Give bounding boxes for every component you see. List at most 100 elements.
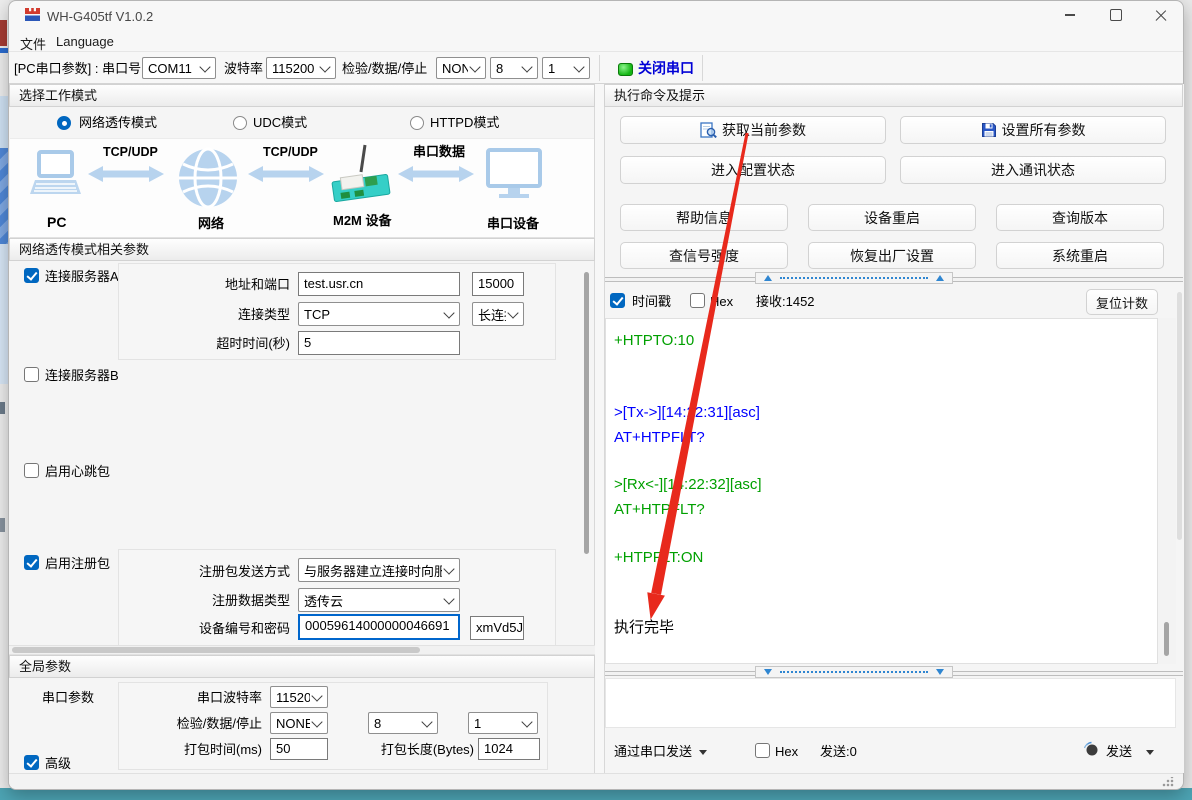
port-input[interactable]: 15000 <box>472 272 524 296</box>
server-a-checkbox[interactable] <box>24 268 39 283</box>
regpack-datatype-label: 注册数据类型 <box>150 593 290 609</box>
log-hex-checkbox[interactable] <box>690 293 705 308</box>
splitter-dots <box>780 671 928 673</box>
advanced-checkbox[interactable] <box>24 755 39 770</box>
backdrop-red-glyph <box>0 20 7 46</box>
parity-select[interactable]: NONE <box>436 57 486 79</box>
toolbar-separator <box>599 55 600 81</box>
enter-config-button[interactable]: 进入配置状态 <box>620 156 886 184</box>
device-id-input[interactable]: 00059614000000046691 <box>298 614 460 640</box>
send-hex-checkbox[interactable] <box>755 743 770 758</box>
pack-time-input[interactable]: 50 <box>270 738 328 760</box>
log-line: AT+HTPFLT? <box>614 429 705 447</box>
log-splitter[interactable] <box>755 272 953 284</box>
laptop-icon <box>28 150 82 198</box>
monitor-icon <box>486 148 542 200</box>
send-textarea[interactable] <box>605 678 1176 728</box>
close-button[interactable] <box>1139 1 1183 29</box>
address-input[interactable]: test.usr.cn <box>298 272 460 296</box>
close-port-button[interactable]: 关闭串口 <box>638 60 694 76</box>
backdrop-glyph-2 <box>0 518 5 532</box>
resize-grip[interactable] <box>1162 777 1174 787</box>
globalparams-group-header: 全局参数 <box>9 655 595 678</box>
send-via-serial-dropdown[interactable]: 通过串口发送 <box>614 744 692 760</box>
query-version-button[interactable]: 查询版本 <box>996 204 1164 231</box>
workmode-title: 选择工作模式 <box>19 88 97 103</box>
factory-reset-button[interactable]: 恢复出厂设置 <box>808 242 976 269</box>
radio-net-transparent-mode[interactable] <box>57 116 71 130</box>
commands-title: 执行命令及提示 <box>614 88 705 103</box>
menu-language[interactable]: Language <box>52 32 118 51</box>
globe-icon <box>177 147 239 209</box>
device-id-label: 设备编号和密码 <box>150 621 290 637</box>
timestamp-checkbox[interactable] <box>610 293 625 308</box>
diagram-pc-label: PC <box>47 214 66 230</box>
help-button[interactable]: 帮助信息 <box>620 204 788 231</box>
log-vertical-scrollbar[interactable] <box>1164 622 1169 656</box>
pack-length-label: 打包长度(Bytes) <box>362 742 474 758</box>
pack-time-label: 打包时间(ms) <box>150 742 262 758</box>
status-bar <box>9 773 1183 789</box>
serial-parity-select[interactable]: NONE <box>270 712 328 734</box>
pack-length-input[interactable]: 1024 <box>478 738 540 760</box>
timeout-input[interactable]: 5 <box>298 331 460 355</box>
regpack-datatype-select[interactable]: 透传云 <box>298 588 460 612</box>
databits-select[interactable]: 8 <box>490 57 538 79</box>
log-hex-label: Hex <box>710 294 733 310</box>
device-reboot-button[interactable]: 设备重启 <box>808 204 976 231</box>
device-password-input[interactable]: xmVd5Jf( <box>470 616 524 640</box>
send-icon <box>1083 741 1099 757</box>
maximize-button[interactable] <box>1094 1 1138 29</box>
panel-vertical-scrollbar[interactable] <box>1177 292 1182 540</box>
radio-httpd-mode[interactable] <box>410 116 424 130</box>
regpack-sendmode-select[interactable]: 与服务器建立连接时向服务器 <box>298 558 460 582</box>
received-counter: 接收:1452 <box>756 294 815 310</box>
log-line: +HTPTO:10 <box>614 332 694 350</box>
chevron-down-icon <box>469 61 480 72</box>
com-port-select[interactable]: COM11 <box>142 57 216 79</box>
chevron-down-icon <box>311 690 322 701</box>
server-b-checkbox[interactable] <box>24 367 39 382</box>
reset-count-button[interactable]: 复位计数 <box>1086 289 1158 315</box>
serial-parity-label: 检验/数据/停止 <box>150 716 262 732</box>
left-vertical-scrollbar[interactable] <box>584 272 589 554</box>
globalparams-title: 全局参数 <box>19 659 71 674</box>
send-splitter[interactable] <box>755 666 953 678</box>
stopbits-select[interactable]: 1 <box>542 57 590 79</box>
left-horizontal-scrollbar[interactable] <box>12 647 420 653</box>
radio-udc-mode[interactable] <box>233 116 247 130</box>
set-params-button[interactable]: 设置所有参数 <box>900 116 1166 144</box>
system-reboot-button[interactable]: 系统重启 <box>996 242 1164 269</box>
chevron-down-icon <box>443 563 454 574</box>
serial-baud-label: 串口波特率 <box>150 690 262 706</box>
serial-stopbits-select[interactable]: 1 <box>468 712 538 734</box>
chevron-down-icon <box>573 61 584 72</box>
serial-baud-select[interactable]: 115200 <box>270 686 328 708</box>
chevron-down-icon <box>311 716 322 727</box>
splitter-dots <box>780 277 928 279</box>
regpack-checkbox[interactable] <box>24 555 39 570</box>
collapse-up-icon <box>936 275 944 281</box>
dropdown-caret-icon <box>699 750 707 755</box>
heartbeat-checkbox[interactable] <box>24 463 39 478</box>
radio-udc-label: UDC模式 <box>253 115 307 131</box>
conn-type-label: 连接类型 <box>160 307 290 323</box>
query-signal-button[interactable]: 查信号强度 <box>620 242 788 269</box>
screen: WH-G405tf V1.0.2 文件 Language [PC串口参数] : … <box>0 0 1192 800</box>
chevron-down-icon <box>421 716 432 727</box>
conn-type-select[interactable]: TCP <box>298 302 460 326</box>
log-line: +HTPFLT:ON <box>614 549 703 567</box>
app-icon <box>24 7 41 22</box>
baud-select[interactable]: 115200 <box>266 57 336 79</box>
conn-mode-select[interactable]: 长连接 <box>472 302 524 326</box>
get-params-button[interactable]: 获取当前参数 <box>620 116 886 144</box>
enter-comm-button[interactable]: 进入通讯状态 <box>900 156 1166 184</box>
serial-databits-select[interactable]: 8 <box>368 712 438 734</box>
diagram-link3-label: 串口数据 <box>413 144 465 160</box>
advanced-label: 高级 <box>45 756 71 772</box>
menubar-divider <box>9 51 1183 52</box>
send-button[interactable]: 发送 <box>1106 744 1132 760</box>
minimize-button[interactable] <box>1048 1 1092 29</box>
collapse-down-icon <box>936 669 944 675</box>
parity-label: 检验/数据/停止 <box>342 61 427 77</box>
